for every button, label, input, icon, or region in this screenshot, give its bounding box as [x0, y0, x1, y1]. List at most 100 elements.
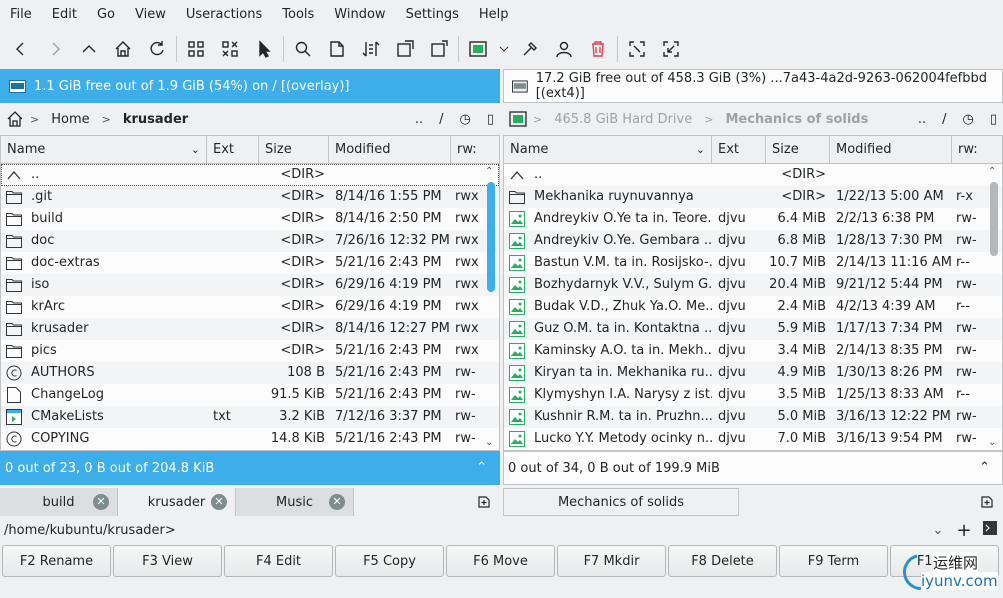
home-icon[interactable] — [106, 32, 140, 66]
file-row[interactable]: doc <DIR> 7/26/16 12:32 PM rwx — [1, 230, 499, 252]
history-icon[interactable]: ◷ — [460, 112, 471, 127]
file-row[interactable]: Kushnir R.M. ta in. Pruzhn... djvu 5.0 MiB… — [504, 406, 1002, 428]
search-icon[interactable] — [286, 32, 320, 66]
file-row[interactable]: .. <DIR> — [1, 164, 499, 186]
command-line-path[interactable]: /home/kubuntu/krusader> — [0, 523, 925, 538]
file-row[interactable]: Bastun V.M. ta in. Rosijsko-... djvu 10.7 … — [504, 252, 1002, 274]
scroll-down-icon[interactable]: ⌄ — [485, 437, 493, 448]
left-selection-status[interactable]: 0 out of 23, 0 B out of 204.8 KiB ⌃ — [0, 451, 500, 485]
tab-krusader[interactable]: krusader ✕ — [118, 488, 236, 516]
column-permissions[interactable]: rw: — [952, 136, 986, 163]
column-modified[interactable]: Modified — [329, 136, 451, 163]
file-row[interactable]: Kiryan ta in. Mekhanika ru... djvu 4.9 MiB… — [504, 362, 1002, 384]
file-row[interactable]: Andreykiv O.Ye. Gembara ... djvu 6.8 MiB 1/… — [504, 230, 1002, 252]
file-row[interactable]: doc-extras <DIR> 5/21/16 2:43 PM rwx — [1, 252, 499, 274]
file-row[interactable]: Mekhanika ruynuvannya <DIR> 1/22/13 5:00 A… — [504, 186, 1002, 208]
tab-build[interactable]: build ✕ — [0, 488, 118, 516]
bookmark-icon[interactable]: ▯ — [487, 112, 494, 127]
move-panel-icon[interactable] — [422, 32, 456, 66]
column-ext[interactable]: Ext — [207, 136, 259, 163]
user-icon[interactable] — [547, 32, 581, 66]
file-row[interactable]: build <DIR> 8/14/16 2:50 PM rwx — [1, 208, 499, 230]
file-row[interactable]: pics <DIR> 5/21/16 2:43 PM rwx — [1, 340, 499, 362]
trash-icon[interactable] — [581, 32, 615, 66]
column-modified[interactable]: Modified — [830, 136, 952, 163]
file-row[interactable]: CMakeLists txt 3.2 KiB 7/12/16 3:37 PM rw- — [1, 406, 499, 428]
chevron-up-icon[interactable]: ⌃ — [476, 460, 487, 475]
up-icon[interactable] — [72, 32, 106, 66]
root-dir-button[interactable]: / — [942, 112, 946, 127]
f8-delete-button[interactable]: F8 Delete — [668, 545, 777, 577]
dropdown-arrow-icon[interactable] — [495, 32, 513, 66]
file-row[interactable]: Kaminsky A.O. ta in. Mekh... djvu 3.4 MiB 2… — [504, 340, 1002, 362]
menu-useractions[interactable]: Useractions — [176, 0, 272, 30]
f9-term-button[interactable]: F9 Term — [779, 545, 888, 577]
chevron-down-icon[interactable]: ⌄ — [925, 523, 951, 538]
back-icon[interactable] — [4, 32, 38, 66]
file-row[interactable]: iso <DIR> 6/29/16 4:19 PM rwx — [1, 274, 499, 296]
file-row[interactable]: Lucko Y.Y. Metody ocinky n... djvu 7.0 MiB… — [504, 428, 1002, 450]
invert-selection-icon[interactable] — [247, 32, 281, 66]
menu-tools[interactable]: Tools — [272, 0, 324, 30]
menu-view[interactable]: View — [125, 0, 176, 30]
f3-view-button[interactable]: F3 View — [113, 545, 222, 577]
file-row[interactable]: AUTHORS 108 B 5/21/16 2:43 PM rw- — [1, 362, 499, 384]
add-icon[interactable]: + — [951, 520, 977, 541]
file-row[interactable]: Klymyshyn I.A. Narysy z ist... djvu 3.5 Mi… — [504, 384, 1002, 406]
tab-music[interactable]: Music ✕ — [236, 488, 354, 516]
breadcrumb-current[interactable]: krusader — [117, 112, 194, 127]
close-icon[interactable]: ✕ — [329, 494, 345, 510]
new-file-icon[interactable] — [320, 32, 354, 66]
column-name[interactable]: Name ⌄ — [504, 136, 712, 163]
column-permissions[interactable]: rw: — [451, 136, 481, 163]
menu-window[interactable]: Window — [324, 0, 395, 30]
column-size[interactable]: Size — [259, 136, 329, 163]
select-group-icon[interactable] — [179, 32, 213, 66]
tab-mechanics-of-solids[interactable]: Mechanics of solids — [503, 488, 739, 516]
menu-file[interactable]: File — [0, 0, 42, 30]
file-row[interactable]: krusader <DIR> 8/14/16 12:27 PM rwx — [1, 318, 499, 340]
forward-icon[interactable] — [38, 32, 72, 66]
home-icon[interactable] — [6, 110, 24, 128]
column-size[interactable]: Size — [766, 136, 830, 163]
chevron-up-icon[interactable]: ⌃ — [979, 460, 990, 475]
new-tab-icon[interactable] — [476, 494, 492, 510]
right-scrollbar[interactable]: ⌃ ⌄ — [986, 164, 1002, 450]
file-row[interactable]: ChangeLog 91.5 KiB 5/21/16 2:43 PM rw- — [1, 384, 499, 406]
fullscreen-icon[interactable] — [620, 32, 654, 66]
file-row[interactable]: Budak V.D., Zhuk Ya.O. Me... djvu 2.4 MiB 4… — [504, 296, 1002, 318]
terminal-icon[interactable] — [461, 32, 495, 66]
right-selection-status[interactable]: 0 out of 34, 0 B out of 199.9 MiB ⌃ — [503, 451, 1003, 485]
scrollbar-thumb[interactable] — [487, 182, 495, 292]
terminal-icon[interactable] — [509, 110, 527, 128]
menu-help[interactable]: Help — [469, 0, 519, 30]
menu-go[interactable]: Go — [87, 0, 125, 30]
new-tab-icon[interactable] — [979, 494, 995, 510]
history-icon[interactable]: ◷ — [963, 112, 974, 127]
tools-icon[interactable] — [513, 32, 547, 66]
file-row[interactable]: .git <DIR> 8/14/16 1:55 PM rwx — [1, 186, 499, 208]
parent-dir-button[interactable]: .. — [415, 112, 423, 127]
command-line[interactable]: /home/kubuntu/krusader> ⌄ + — [0, 518, 1003, 542]
f4-edit-button[interactable]: F4 Edit — [224, 545, 333, 577]
root-dir-button[interactable]: / — [439, 112, 443, 127]
file-row[interactable]: COPYING 14.8 KiB 5/21/16 2:43 PM rw- — [1, 428, 499, 450]
scrollbar-thumb[interactable] — [990, 182, 998, 256]
parent-dir-button[interactable]: .. — [918, 112, 926, 127]
scroll-down-icon[interactable]: ⌄ — [988, 437, 996, 448]
terminal-icon[interactable] — [977, 521, 1003, 539]
file-row[interactable]: .. <DIR> — [504, 164, 1002, 186]
column-name[interactable]: Name ⌄ — [1, 136, 207, 163]
left-free-space-bar[interactable]: 1.1 GiB free out of 1.9 GiB (54%) on / [… — [0, 69, 500, 103]
scroll-up-icon[interactable]: ⌃ — [485, 166, 493, 177]
compare-dirs-icon[interactable] — [354, 32, 388, 66]
close-icon[interactable]: ✕ — [93, 494, 109, 510]
file-row[interactable]: Guz O.M. ta in. Kontaktna ... djvu 5.9 MiB… — [504, 318, 1002, 340]
breadcrumb-drive[interactable]: 465.8 GiB Hard Drive — [548, 112, 698, 127]
column-ext[interactable]: Ext — [712, 136, 766, 163]
unselect-group-icon[interactable] — [213, 32, 247, 66]
left-scrollbar[interactable]: ⌃ ⌄ — [483, 164, 499, 450]
f7-mkdir-button[interactable]: F7 Mkdir — [557, 545, 666, 577]
file-row[interactable]: Bozhydarnyk V.V., Sulym G... djvu 20.4 MiB… — [504, 274, 1002, 296]
right-free-space-bar[interactable]: 17.2 GiB free out of 458.3 GiB (3%) ...7… — [503, 69, 1003, 103]
